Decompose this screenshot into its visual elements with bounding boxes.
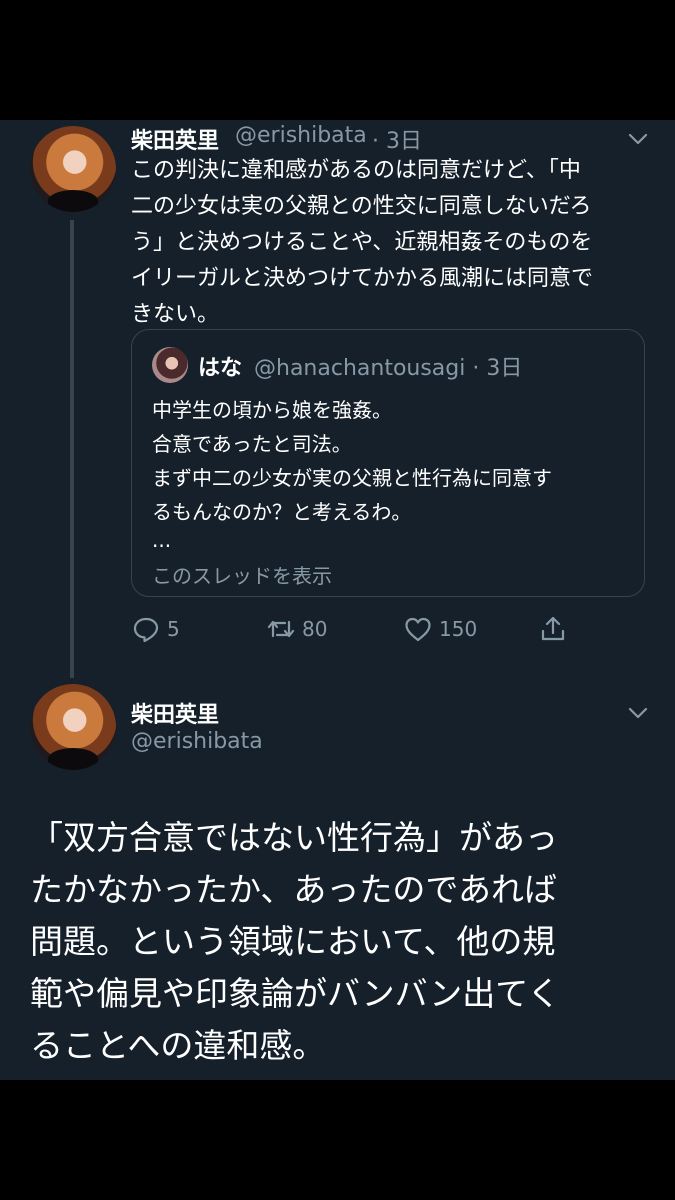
display-name[interactable]: 柴田英里 xyxy=(131,123,219,155)
quote-text-line: 中学生の頃から娘を強姦。 xyxy=(152,398,392,422)
tweet-text-line: たかなかったか、あったのであれば xyxy=(30,870,558,909)
reply-icon xyxy=(133,617,159,643)
retweet-count: 80 xyxy=(302,617,328,641)
quote-display-name: はな xyxy=(198,356,243,381)
quote-timestamp: · 3日 xyxy=(472,356,523,381)
tweet-text-line: ることへの違和感。 xyxy=(30,1026,326,1065)
display-name[interactable]: 柴田英里 xyxy=(131,697,219,729)
tweet-text-line: 二の少女は実の父親との性交に同意しないだろ xyxy=(131,194,592,219)
reply-button[interactable]: 5 xyxy=(131,612,180,646)
share-icon xyxy=(541,616,565,641)
like-count: 150 xyxy=(439,617,478,641)
quote-meta: @hanachantousagi · 3日 xyxy=(254,350,522,382)
reply-count: 5 xyxy=(167,617,180,641)
quote-handle: @hanachantousagi xyxy=(254,356,466,381)
tweet-text-line: 「双方合意ではない性行為」があっ xyxy=(30,818,558,857)
tweet-text-line: この判決に違和感があるのは同意だけど、「中 xyxy=(131,158,581,183)
show-thread-link[interactable]: このスレッドを表示 xyxy=(152,560,332,589)
tweet-text-line: イリーガルと決めつけてかかる風潮には同意で xyxy=(131,266,594,291)
tweet-text-large: 「双方合意ではない性行為」があっ たかなかったか、あったのであれば 問題。という… xyxy=(30,812,650,1072)
tweet-text: この判決に違和感があるのは同意だけど、「中 二の少女は実の父親との性交に同意しな… xyxy=(131,153,641,333)
avatar[interactable] xyxy=(30,684,116,770)
tweet-text-line: きない。 xyxy=(131,302,220,327)
tweet-actions: 5 80 150 xyxy=(131,612,641,646)
quoted-tweet-card[interactable]: はな @hanachantousagi · 3日 中学生の頃から娘を強姦。 合意… xyxy=(131,329,645,597)
like-button[interactable]: 150 xyxy=(403,612,477,646)
quote-avatar xyxy=(152,347,188,383)
quote-text-line: るもんなのか？と考えるわ。 xyxy=(152,500,412,524)
handle[interactable]: @erishibata xyxy=(131,729,263,754)
quote-ellipsis: ... xyxy=(152,528,172,552)
like-icon xyxy=(405,617,431,642)
retweet-button[interactable]: 80 xyxy=(266,612,327,646)
handle[interactable]: @erishibata xyxy=(235,123,367,148)
thread-line xyxy=(70,220,74,678)
timestamp[interactable]: · 3日 xyxy=(372,123,422,155)
chevron-down-icon[interactable] xyxy=(626,701,650,725)
quote-text-line: まず中二の少女が実の父親と性行為に同意す xyxy=(152,466,552,490)
tweet-text-line: う」と決めつけることや、近親相姦そのものを xyxy=(131,230,593,255)
retweet-icon xyxy=(267,620,295,638)
tweet-text-line: 問題。という領域において、他の規 xyxy=(30,922,556,961)
chevron-down-icon[interactable] xyxy=(626,127,650,151)
share-button[interactable] xyxy=(538,612,574,646)
quote-text: 中学生の頃から娘を強姦。 合意であったと司法。 まず中二の少女が実の父親と性行為… xyxy=(152,393,552,529)
tweet-text-line: 範や偏見や印象論がバンバン出てく xyxy=(30,974,561,1013)
avatar[interactable] xyxy=(30,126,116,212)
quote-text-line: 合意であったと司法。 xyxy=(152,432,352,456)
